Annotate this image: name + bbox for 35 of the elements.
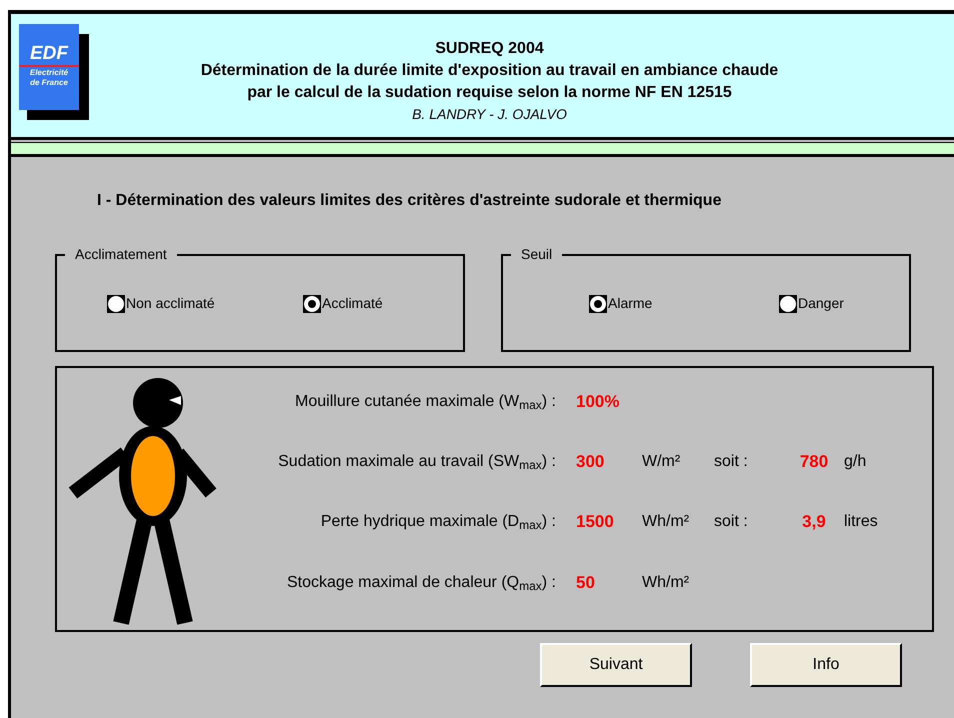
conversion-label: soit : bbox=[714, 452, 749, 472]
criterion-label: Mouillure cutanée maximale (W$_{max}$) : bbox=[294, 392, 557, 414]
action-button[interactable]: Info bbox=[750, 643, 902, 687]
conversion-label: soit : bbox=[714, 512, 749, 532]
criterion-label: Stockage maximal de chaleur (Q$_{max}$) : bbox=[286, 573, 557, 595]
app-subtitle: par le calcul de la sudation requise selon la norme NF EN 12515 bbox=[247, 83, 732, 103]
unit-label: W/m² bbox=[641, 452, 682, 472]
radio-label[interactable]: Acclimaté bbox=[322, 293, 383, 314]
criterion-value: 300 bbox=[575, 451, 606, 474]
logo-text: EDF bbox=[19, 44, 79, 67]
conversion-value: 3,9 bbox=[801, 511, 827, 534]
radio-label[interactable]: Danger bbox=[798, 293, 844, 314]
criterion-value: 50 bbox=[575, 572, 596, 594]
criterion-value: 1500 bbox=[575, 511, 615, 534]
authors: B. LANDRY - J. OJALVO bbox=[412, 105, 567, 124]
section-title: I - Détermination des valeurs limites des critères d'astreinte sudorale et thermique bbox=[97, 191, 722, 211]
conversion-unit: g/h bbox=[843, 452, 868, 472]
unit-label: Wh/m² bbox=[641, 512, 690, 532]
radio-button[interactable] bbox=[107, 294, 125, 312]
logo-subtitle: Electricité bbox=[30, 68, 68, 77]
conversion-unit: litres bbox=[843, 512, 879, 532]
radio-label[interactable]: Alarme bbox=[608, 293, 652, 314]
app-subtitle: Détermination de la durée limite d'exposition au travail en ambiance chaude bbox=[200, 61, 778, 81]
conversion-value: 780 bbox=[798, 451, 830, 474]
action-button[interactable]: Suivant bbox=[540, 643, 692, 687]
radio-label[interactable]: Non acclimaté bbox=[126, 293, 215, 314]
radio-button[interactable] bbox=[589, 294, 607, 312]
criterion-label: Sudation maximale au travail (SW$_{max}$) : bbox=[277, 452, 557, 474]
unit-label: Wh/m² bbox=[641, 573, 690, 593]
criterion-value: 100% bbox=[575, 391, 620, 414]
logo-subtitle: de France bbox=[30, 78, 68, 87]
criterion-label: Perte hydrique maximale (D$_{max}$) : bbox=[320, 512, 557, 534]
app-title: SUDREQ 2004 bbox=[435, 39, 544, 59]
radio-button[interactable] bbox=[303, 294, 321, 312]
radio-button[interactable] bbox=[779, 294, 797, 312]
